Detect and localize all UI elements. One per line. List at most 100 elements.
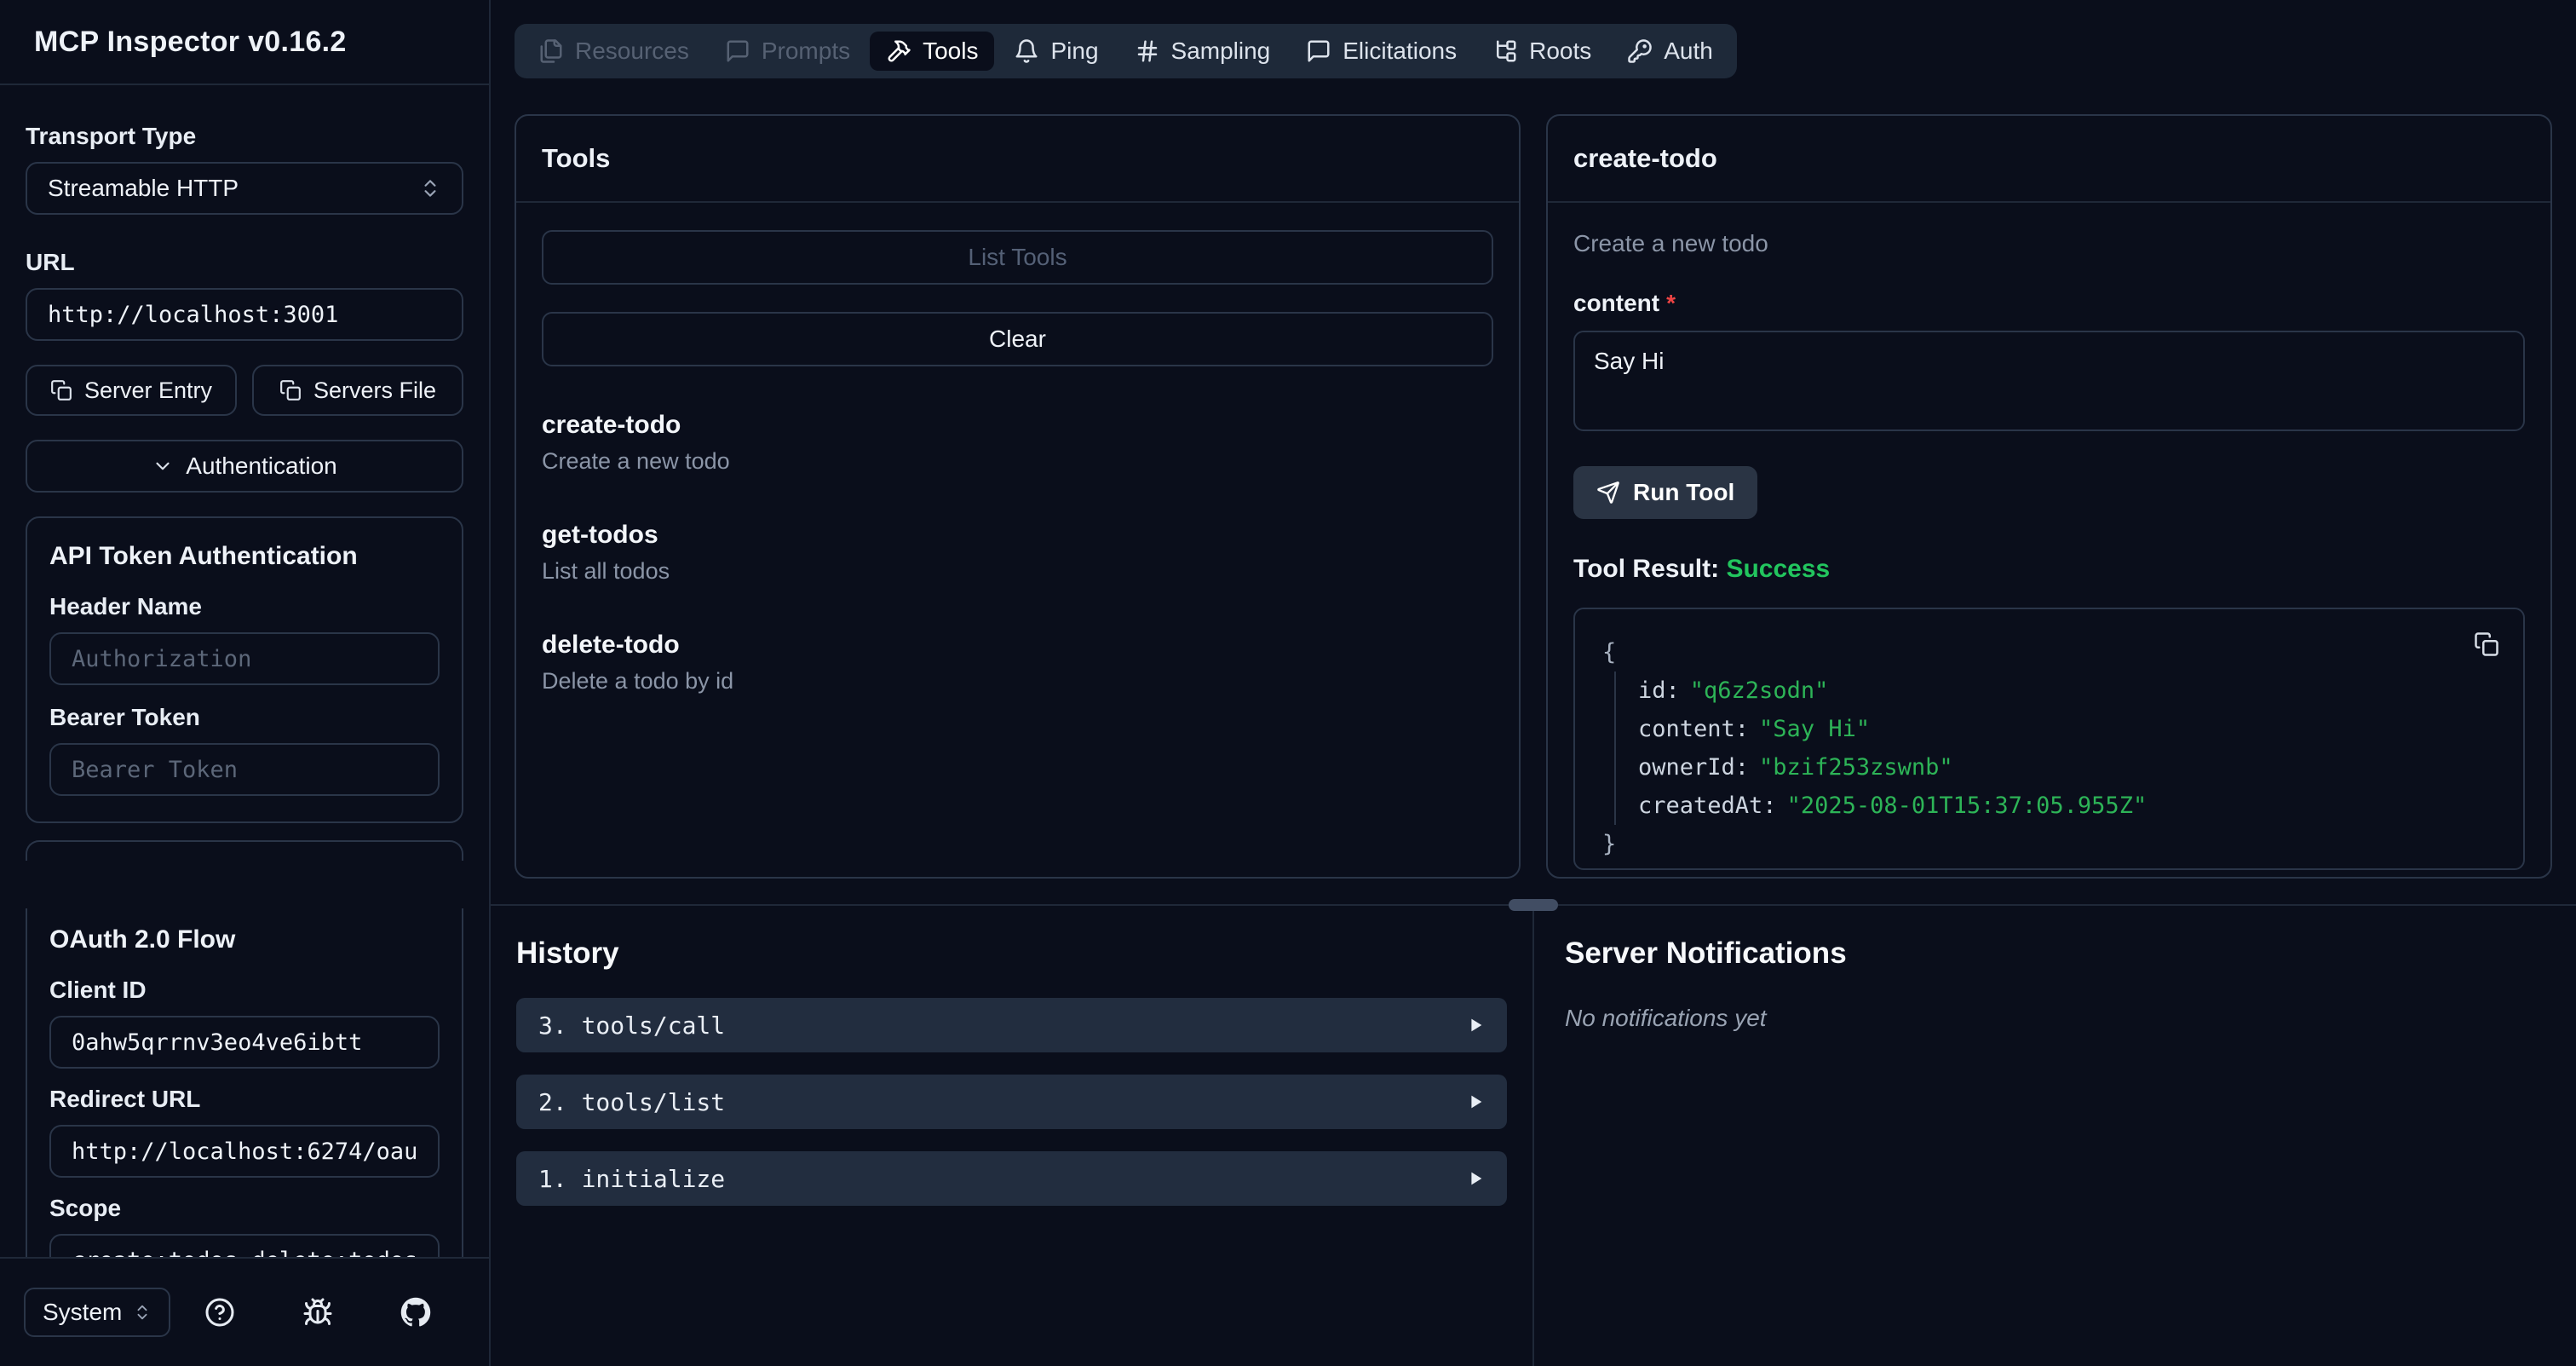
- tab-tools[interactable]: Tools: [870, 32, 994, 71]
- transport-type-select[interactable]: Streamable HTTP: [26, 162, 463, 215]
- oauth-flow-title: OAuth 2.0 Flow: [49, 925, 440, 954]
- bug-icon: [302, 1297, 333, 1328]
- history-item-label: 3. tools/call: [538, 1012, 725, 1040]
- tab-label: Prompts: [762, 37, 850, 65]
- theme-select[interactable]: System: [24, 1288, 170, 1337]
- servers-file-label: Servers File: [313, 378, 436, 404]
- history-panel: History 3. tools/call 2. tools/list 1. i…: [491, 906, 1534, 1366]
- bug-report-button[interactable]: [302, 1297, 333, 1328]
- bell-icon: [1014, 38, 1039, 64]
- help-button[interactable]: [204, 1297, 235, 1328]
- tools-panel-body: List Tools Clear create-todo Create a ne…: [516, 203, 1519, 877]
- theme-select-value: System: [43, 1299, 122, 1326]
- header-name-input[interactable]: [49, 632, 440, 685]
- history-items: 3. tools/call 2. tools/list 1. initializ…: [516, 998, 1507, 1206]
- header-name-label: Header Name: [49, 593, 440, 620]
- copy-buttons-row: Server Entry Servers File: [26, 365, 463, 416]
- tab-auth[interactable]: Auth: [1611, 32, 1729, 71]
- tabbar-row: Resources Prompts Tools Ping: [491, 0, 2576, 78]
- url-label: URL: [26, 249, 463, 276]
- history-item[interactable]: 3. tools/call: [516, 998, 1507, 1052]
- authentication-toggle-label: Authentication: [186, 452, 336, 480]
- json-open-brace: {: [1602, 633, 2496, 671]
- bearer-token-input[interactable]: [49, 743, 440, 796]
- folder-tree-icon: [1492, 38, 1518, 64]
- sidebar: MCP Inspector v0.16.2 Transport Type Str…: [0, 0, 491, 1366]
- server-notifications-panel: Server Notifications No notifications ye…: [1534, 906, 2576, 1366]
- tool-name: delete-todo: [542, 631, 1493, 660]
- tab-resources[interactable]: Resources: [522, 32, 705, 71]
- scope-label: Scope: [49, 1195, 440, 1222]
- app-title: MCP Inspector v0.16.2: [34, 26, 347, 59]
- tool-description: List all todos: [542, 558, 1493, 585]
- copy-result-button[interactable]: [2474, 631, 2499, 657]
- tab-roots[interactable]: Roots: [1476, 32, 1607, 71]
- json-row: createdAt:"2025-08-01T15:37:05.955Z": [1638, 787, 2496, 825]
- client-id-label: Client ID: [49, 977, 440, 1004]
- help-circle-icon: [204, 1297, 235, 1328]
- oauth-flow-card: OAuth 2.0 Flow Client ID Redirect URL Sc…: [26, 908, 463, 1257]
- tool-name: create-todo: [542, 411, 1493, 440]
- content-textarea[interactable]: Say Hi: [1573, 331, 2525, 431]
- json-row: id:"q6z2sodn": [1638, 671, 2496, 710]
- splitter-drag-handle[interactable]: [1509, 899, 1558, 911]
- tool-runner-description: Create a new todo: [1573, 230, 2525, 257]
- tool-description: Delete a todo by id: [542, 668, 1493, 695]
- server-notifications-title: Server Notifications: [1565, 937, 2545, 971]
- notifications-empty-text: No notifications yet: [1565, 1005, 2545, 1032]
- history-item[interactable]: 1. initialize: [516, 1151, 1507, 1206]
- tool-runner-panel: create-todo Create a new todo content* S…: [1546, 114, 2552, 879]
- tab-label: Tools: [923, 37, 978, 65]
- tab-label: Roots: [1529, 37, 1591, 65]
- json-value: "Say Hi": [1759, 716, 1870, 742]
- run-tool-button[interactable]: Run Tool: [1573, 466, 1757, 519]
- copy-icon: [2474, 631, 2499, 657]
- copy-icon: [50, 379, 72, 401]
- json-key: createdAt:: [1638, 793, 1777, 819]
- clear-button[interactable]: Clear: [542, 312, 1493, 366]
- tool-list-item[interactable]: get-todos List all todos: [542, 521, 1493, 585]
- tab-label: Auth: [1664, 37, 1713, 65]
- tool-list-item[interactable]: create-todo Create a new todo: [542, 411, 1493, 475]
- history-item[interactable]: 2. tools/list: [516, 1075, 1507, 1129]
- tab-label: Sampling: [1171, 37, 1271, 65]
- tool-list-item[interactable]: delete-todo Delete a todo by id: [542, 631, 1493, 695]
- tab-prompts[interactable]: Prompts: [709, 32, 866, 71]
- tool-name: get-todos: [542, 521, 1493, 550]
- json-close-brace: }: [1602, 825, 2496, 863]
- scope-input[interactable]: [49, 1234, 440, 1257]
- tool-description: Create a new todo: [542, 448, 1493, 475]
- redirect-url-input[interactable]: [49, 1125, 440, 1178]
- bearer-token-label: Bearer Token: [49, 704, 440, 731]
- transport-type-label: Transport Type: [26, 123, 463, 150]
- tool-runner-body: Create a new todo content* Say Hi Run To…: [1548, 203, 2550, 877]
- github-button[interactable]: [400, 1297, 431, 1328]
- tab-label: Resources: [575, 37, 689, 65]
- authentication-toggle[interactable]: Authentication: [26, 440, 463, 493]
- tab-ping[interactable]: Ping: [998, 32, 1114, 71]
- json-row: ownerId:"bzif253zswnb": [1638, 748, 2496, 787]
- triangle-right-icon: [1466, 1092, 1485, 1111]
- tab-elicitations[interactable]: Elicitations: [1290, 32, 1473, 71]
- sidebar-footer: System: [0, 1257, 489, 1366]
- tab-sampling[interactable]: Sampling: [1118, 32, 1287, 71]
- server-entry-button[interactable]: Server Entry: [26, 365, 237, 416]
- api-token-card: API Token Authentication Header Name Bea…: [26, 516, 463, 823]
- message-square-icon: [1306, 38, 1331, 64]
- json-key: id:: [1638, 677, 1680, 704]
- history-title: History: [516, 937, 1507, 971]
- json-value: "bzif253zswnb": [1759, 754, 1953, 781]
- content-field-label: content*: [1573, 290, 2525, 317]
- sidebar-body: Transport Type Streamable HTTP URL Serve…: [0, 85, 489, 1257]
- url-input[interactable]: [26, 288, 463, 341]
- tab-bar: Resources Prompts Tools Ping: [515, 24, 1737, 78]
- copy-icon: [279, 379, 302, 401]
- tool-result-box: { id:"q6z2sodn" content:"Say Hi" ownerId…: [1573, 608, 2525, 870]
- chevron-down-icon: [152, 455, 174, 477]
- footer-icons: [170, 1297, 465, 1328]
- list-tools-button[interactable]: List Tools: [542, 230, 1493, 285]
- redirect-url-label: Redirect URL: [49, 1086, 440, 1113]
- client-id-input[interactable]: [49, 1016, 440, 1069]
- servers-file-button[interactable]: Servers File: [252, 365, 463, 416]
- chevrons-up-down-icon: [419, 177, 441, 199]
